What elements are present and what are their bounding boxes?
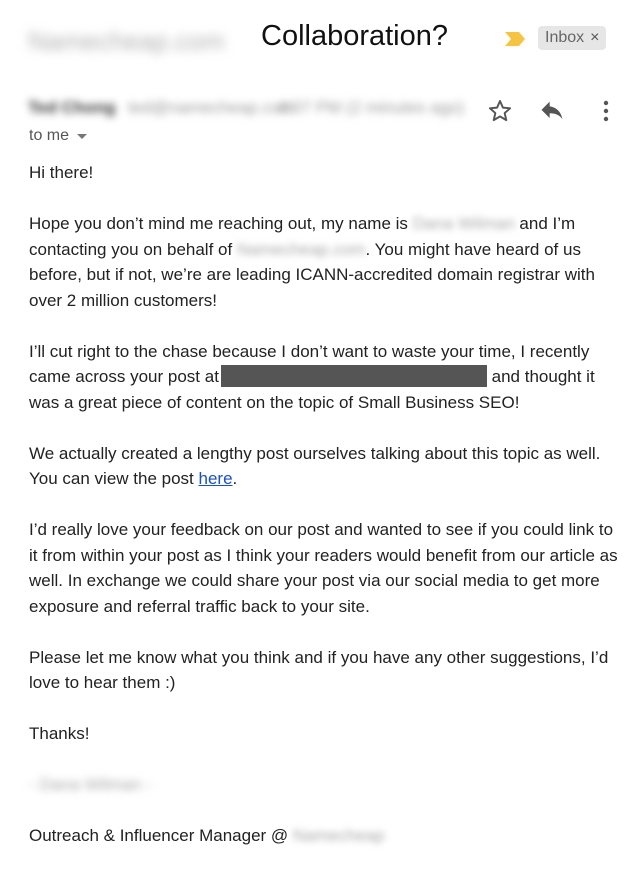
message-body: Hi there! Hope you don’t mind me reachin… bbox=[29, 160, 624, 874]
redacted-url bbox=[220, 365, 487, 387]
message-actions bbox=[483, 94, 623, 128]
sender-name-blurred: Dana Wilman bbox=[412, 214, 515, 233]
signature-company-blurred: Namecheap bbox=[292, 826, 385, 845]
label-inbox-text: Inbox bbox=[545, 29, 585, 46]
here-link[interactable]: here bbox=[199, 469, 233, 488]
reply-button[interactable] bbox=[535, 94, 569, 128]
sender-row: Ted Chong ted@namecheap.com 4:07 PM (2 m… bbox=[28, 98, 468, 122]
star-button[interactable] bbox=[483, 94, 517, 128]
signature-name-blurred: - Dana Wilman - bbox=[29, 775, 152, 794]
sender-name[interactable]: Ted Chong bbox=[28, 98, 116, 118]
link-text-2: . bbox=[232, 469, 238, 488]
email-subject: Collaboration? bbox=[261, 20, 449, 52]
sender-email: ted@namecheap.com bbox=[128, 98, 295, 117]
thanks: Thanks! bbox=[29, 724, 90, 743]
recipient-details-toggle[interactable]: to me bbox=[29, 127, 88, 145]
sent-time: 4:07 PM (2 minutes ago) bbox=[278, 98, 465, 117]
more-options-button[interactable] bbox=[589, 94, 623, 128]
star-icon bbox=[488, 100, 512, 122]
reply-icon bbox=[541, 101, 563, 120]
subject-prefix-blurred: Namecheap.com bbox=[28, 26, 225, 56]
intro-text-1: Hope you don’t mind me reaching out, my … bbox=[29, 214, 413, 233]
paragraph-link: We actually created a lengthy post ourse… bbox=[29, 441, 624, 492]
greeting: Hi there! bbox=[29, 163, 94, 182]
paragraph-post: I’ll cut right to the chase because I do… bbox=[29, 339, 624, 416]
paragraph-request: I’d really love your feedback on our pos… bbox=[29, 520, 618, 616]
importance-marker-icon[interactable] bbox=[503, 31, 527, 47]
label-inbox: Inbox × bbox=[538, 26, 607, 50]
signature-title: Outreach & Influencer Manager @ Namechea… bbox=[29, 823, 624, 849]
more-vert-icon bbox=[603, 100, 609, 122]
email-header: Namecheap.com Collaboration? Inbox × bbox=[0, 18, 640, 62]
recipient-label: to me bbox=[29, 127, 70, 144]
caret-down-icon bbox=[77, 133, 88, 139]
link-text-1: We actually created a lengthy post ourse… bbox=[29, 443, 601, 489]
paragraph-closing: Please let me know what you think and if… bbox=[29, 647, 609, 693]
company-name-blurred: Namecheap.com bbox=[236, 239, 366, 259]
paragraph-intro: Hope you don’t mind me reaching out, my … bbox=[29, 211, 624, 313]
remove-label-button[interactable]: × bbox=[590, 29, 599, 47]
signature-title-text: Outreach & Influencer Manager @ bbox=[29, 826, 293, 845]
